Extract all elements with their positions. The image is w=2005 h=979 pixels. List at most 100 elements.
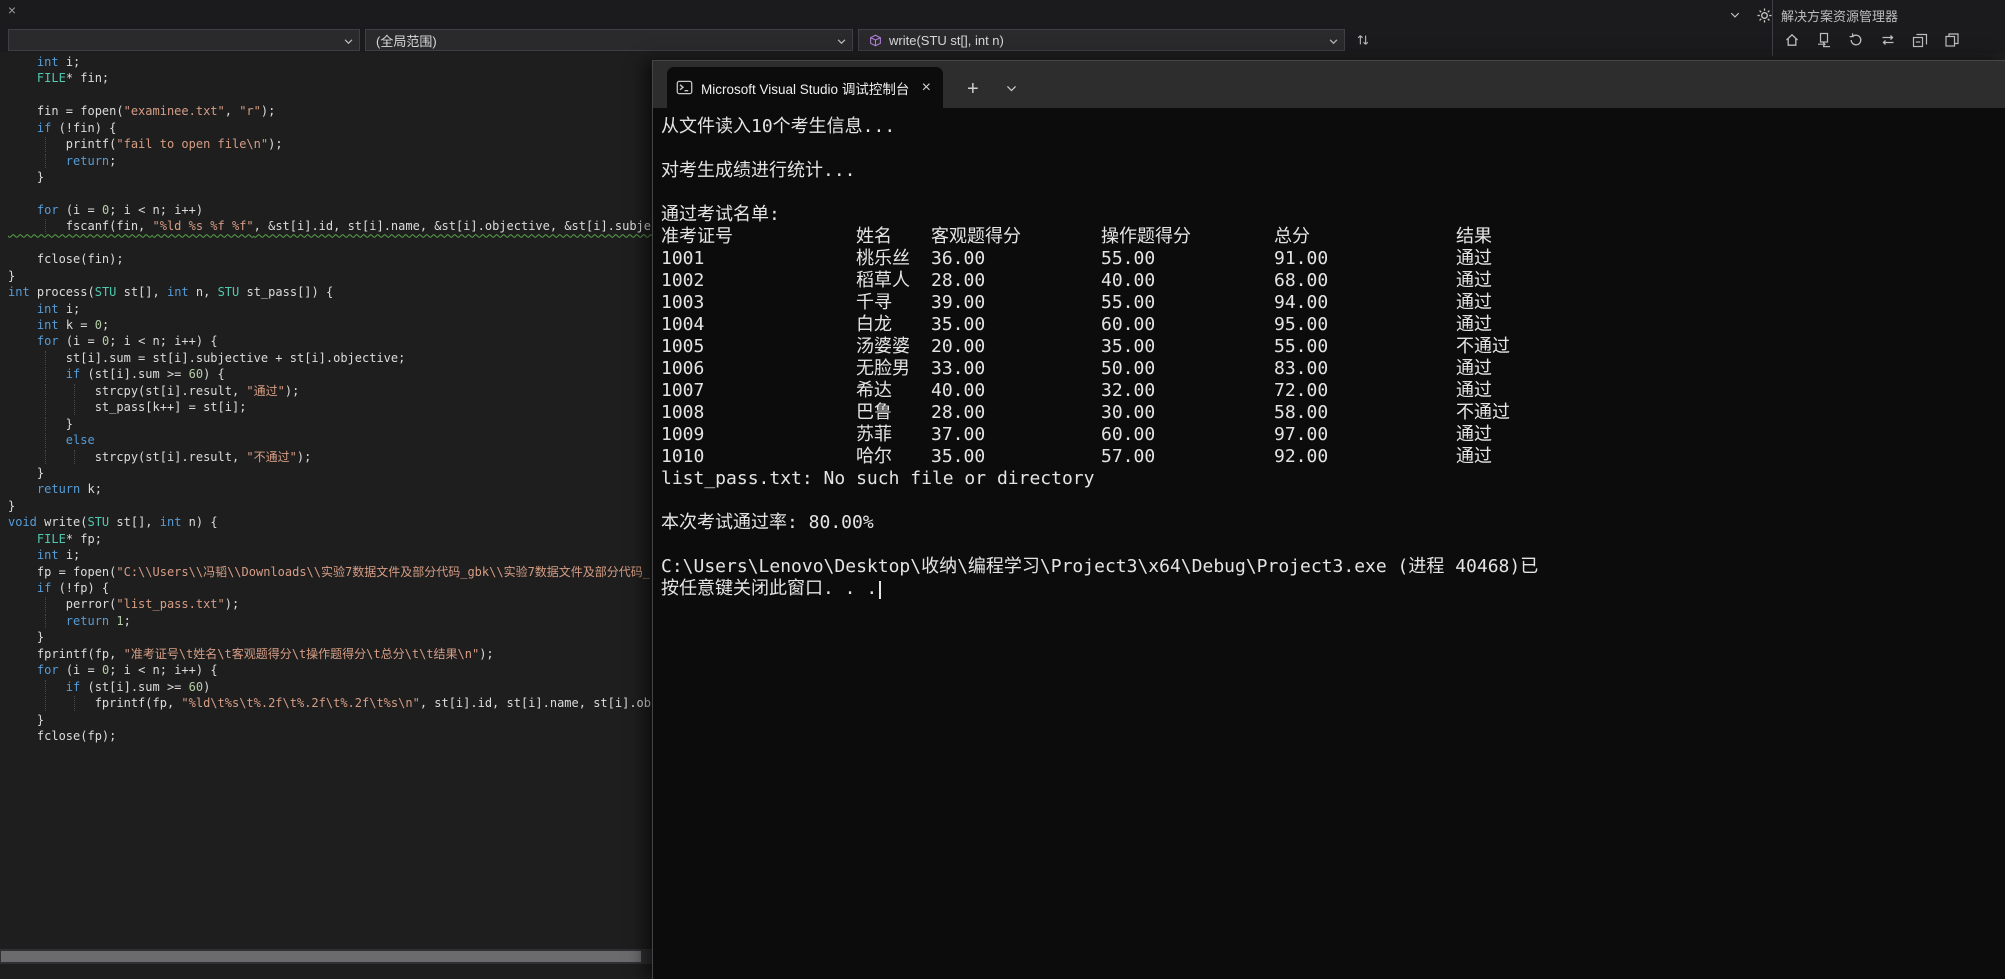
console-table-cell: 通过 [1456,270,1492,291]
console-table-row: 1007 希达 40.00 32.00 72.00 通过 [661,380,2005,402]
console-table-cell: 20.00 [931,336,986,357]
code-line: if (st[i].sum >= 60) [8,679,652,695]
console-table-cell: 稻草人 [856,270,910,291]
console-table-cell: 30.00 [1101,402,1156,423]
console-table-cell: 通过 [1456,424,1492,445]
code-line: void write(STU st[], int n) { [8,515,218,530]
console-output[interactable]: 从文件读入10个考生信息... 对考生成绩进行统计... 通过考试名单: 准考证号… [653,108,2005,979]
console-table-cell: 总分 [1274,226,1310,247]
console-tab[interactable]: Microsoft Visual Studio 调试控制台 × [667,67,943,108]
close-tab-icon[interactable]: × [919,79,934,97]
code-line: return k; [36,482,102,497]
console-table-cell: 不通过 [1456,402,1510,423]
console-table-cell: 无脸男 [856,358,910,379]
console-table-cell: 苏菲 [856,424,892,445]
console-table-cell: 60.00 [1101,314,1156,335]
chevron-down-icon [1328,35,1339,50]
console-table-cell: 55.00 [1101,292,1156,313]
chevron-down-icon[interactable] [1726,6,1744,24]
code-line: fin = fopen("examinee.txt", "r"); [8,104,276,119]
console-table-cell: 巴鲁 [856,402,892,423]
code-line: for (i = 0; i < n; i++) [36,202,204,217]
indent-guide [44,219,46,234]
console-line: 通过考试名单: [661,204,780,225]
indent-guide [44,416,46,432]
project-dropdown[interactable] [8,29,360,51]
console-table-cell: 客观题得分 [931,226,1021,247]
indent-guide [44,137,46,152]
console-table-cell: 35.00 [1101,336,1156,357]
console-table-cell: 1010 [661,446,705,467]
code-line: fprintf(fp, "%ld\t%s\t%.2f\t%.2f\t%.2f\t… [8,696,651,711]
console-table-cell: 50.00 [1101,358,1156,379]
code-line: int i; [36,301,81,316]
code-line: if (!fp) { [36,581,110,595]
code-line: int i; [36,55,81,69]
code-line: fp = fopen("C:\\Users\\冯韬\\Downloads\\实验… [8,564,651,579]
code-line: int process(STU st[], int n, STU st_pass… [8,285,334,300]
console-table-row: 1002 稻草人 28.00 40.00 68.00 通过 [661,270,2005,292]
console-table-cell: 哈尔 [856,446,892,467]
code-editor[interactable]: int i; FILE* fin; fin = fopen("examinee.… [0,52,652,964]
scrollbar-thumb[interactable] [1,951,641,962]
code-line: int k = 0; [36,318,110,332]
scope-dropdown[interactable]: (全局范围) [365,29,853,51]
console-table-cell: 通过 [1456,358,1492,379]
indent-guide [44,350,46,366]
indent-guide [44,613,46,629]
member-dropdown[interactable]: write(STU st[], int n) [858,29,1345,51]
console-table-cell: 95.00 [1274,314,1329,335]
console-table-row: 1001 桃乐丝 36.00 55.00 91.00 通过 [661,248,2005,270]
code-line: if (st[i].sum >= 60) { [8,366,652,382]
console-table-row: 1004 白龙 35.00 60.00 95.00 通过 [661,314,2005,336]
close-icon[interactable]: × [3,1,21,19]
tab-dropdown-icon[interactable] [1005,82,1018,95]
code-line: return 1; [8,613,652,629]
home-icon[interactable] [1783,31,1801,49]
code-line: } [8,416,74,432]
horizontal-scrollbar[interactable] [0,949,652,964]
indent-guide [44,153,46,169]
swap-icon[interactable] [1879,31,1897,49]
indent-guide [44,597,46,612]
navbar-options-icon[interactable] [1354,31,1372,49]
chevron-down-icon [836,35,847,50]
collapse-all-icon[interactable] [1911,31,1929,49]
console-table-cell: 操作题得分 [1101,226,1191,247]
indent-guide [44,696,46,711]
sync-with-active-document-icon[interactable] [1815,31,1833,49]
console-table-cell: 1004 [661,314,705,335]
code-line: fclose(fp); [8,728,117,743]
new-tab-button[interactable]: + [967,79,979,99]
console-table-cell: 97.00 [1274,424,1329,445]
console-table-cell: 千寻 [856,292,892,313]
method-cube-icon [869,34,882,47]
console-table-row: 准考证号 姓名 客观题得分 操作题得分 总分 结果 [661,226,2005,248]
console-table-cell: 35.00 [931,314,986,335]
code-line: else [8,432,652,448]
console-line: 本次考试通过率: 80.00% [661,512,874,533]
indent-guide [73,400,75,415]
console-table-cell: 通过 [1456,446,1492,467]
titlebar-controls [1726,6,1773,24]
console-table-cell: 94.00 [1274,292,1329,313]
console-table-cell: 汤婆婆 [856,336,910,357]
console-table-cell: 60.00 [1101,424,1156,445]
console-table-cell: 通过 [1456,314,1492,335]
show-all-files-icon[interactable] [1943,31,1961,49]
gear-icon[interactable] [1755,6,1773,24]
console-table-cell: 32.00 [1101,380,1156,401]
console-table-cell: 1005 [661,336,705,357]
console-table-cell: 姓名 [856,226,892,247]
refresh-icon[interactable] [1847,31,1865,49]
code-lines: int i; FILE* fin; fin = fopen("examinee.… [0,52,652,744]
console-line: 按任意键关闭此窗口. . . [661,578,2005,600]
scope-dropdown-label: (全局范围) [376,33,437,49]
console-table-cell: 33.00 [931,358,986,379]
console-table-cell: 55.00 [1101,248,1156,269]
code-line: if (!fin) { [36,120,117,135]
indent-guide [44,383,46,399]
indent-guide [44,400,46,415]
